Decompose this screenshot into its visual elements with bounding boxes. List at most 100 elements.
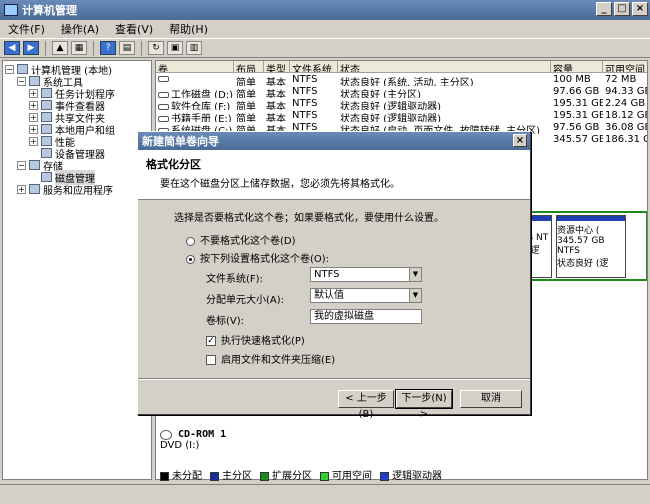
legend-label: 可用空间 <box>332 471 372 482</box>
table-cell: 345.57 GB <box>551 134 603 146</box>
volume-box-line: 资源中心 ( <box>557 226 600 236</box>
maximize-button[interactable]: □ <box>614 2 630 16</box>
dialog-close-button[interactable]: × <box>513 134 527 147</box>
table-cell-text: 简单 <box>236 102 256 110</box>
expand-icon[interactable]: + <box>29 112 38 122</box>
minimize-button[interactable]: _ <box>596 2 612 16</box>
table-cell: 94.33 GB <box>603 86 647 98</box>
radio-format-label: 按下列设置格式化这个卷(O): <box>200 254 330 265</box>
help-icon[interactable]: ? <box>100 41 116 55</box>
table-row[interactable]: 软件仓库 (F:) 简单 基本 NTFS 状态良好 (逻辑驱动器) 195.31 GB 2.… <box>156 98 647 110</box>
table-cell: NTFS <box>290 74 338 86</box>
tree-node-icon <box>29 76 40 86</box>
table-cell-text: 97.56 GB <box>553 122 600 133</box>
dialog-subheading: 要在这个磁盘分区上储存数据，您必须先将其格式化。 <box>160 179 400 190</box>
expand-icon[interactable]: + <box>29 100 38 110</box>
expand-icon[interactable]: + <box>17 184 26 194</box>
col-free-space[interactable]: 可用空间 <box>603 61 647 72</box>
expand-icon[interactable]: + <box>29 124 38 134</box>
toolbar-separator <box>141 40 142 56</box>
collapse-icon[interactable]: − <box>17 160 26 170</box>
export-list-icon[interactable]: ▥ <box>186 41 202 55</box>
tree-node-icon <box>41 124 52 134</box>
table-cell: 简单 <box>234 86 264 98</box>
refresh-icon[interactable]: ↻ <box>148 41 164 55</box>
volume-box-resource-center[interactable]: 资源中心 ( 345.57 GB NTFS 状态良好 (逻 <box>556 215 626 278</box>
expand-icon[interactable]: + <box>29 136 38 146</box>
table-cell-text: 基本 <box>266 78 286 86</box>
col-layout[interactable]: 布局 <box>234 61 264 72</box>
table-cell-text: 100 MB <box>553 74 591 85</box>
table-cell: NTFS <box>290 110 338 122</box>
legend-swatch <box>260 471 269 481</box>
radio-no-format-label: 不要格式化这个卷(D) <box>200 236 296 247</box>
filesystem-select[interactable]: NTFS ▼ <box>310 267 422 282</box>
collapse-icon[interactable]: − <box>5 64 14 74</box>
tree-node-icon <box>29 160 40 170</box>
forward-arrow-icon[interactable]: ▶ <box>23 41 39 55</box>
legend-swatch <box>320 471 329 481</box>
radio-format[interactable]: 按下列设置格式化这个卷(O): <box>186 250 329 265</box>
toolbar: ◀ ▶ ▲ ▦ ? ▤ ↻ ▣ ▥ <box>0 38 650 58</box>
quick-format-label: 执行快速格式化(P) <box>221 336 305 347</box>
volume-icon <box>158 76 169 82</box>
cdrom-disk-label[interactable]: CD-ROM 1 DVD (I:) <box>160 429 226 451</box>
format-prompt: 选择是否要格式化这个卷；如果要格式化，要使用什么设置。 <box>174 213 444 224</box>
allocation-unit-select[interactable]: 默认值 ▼ <box>310 288 422 303</box>
table-row[interactable]: 书籍手册 (E:) 简单 基本 NTFS 状态良好 (逻辑驱动器) 195.31 GB 18… <box>156 110 647 122</box>
cancel-button[interactable]: 取消 <box>460 390 522 408</box>
menu-view[interactable]: 查看(V) <box>107 21 161 37</box>
tree-item[interactable]: 设备管理器 <box>3 147 151 161</box>
col-status[interactable]: 状态 <box>338 61 551 72</box>
action-pane-icon[interactable]: ▤ <box>119 41 135 55</box>
volume-label-label: 卷标(V): <box>206 316 245 327</box>
legend-label: 逻辑驱动器 <box>392 471 442 482</box>
table-row[interactable]: 工作磁盘 (D:) 简单 基本 NTFS 状态良好 (主分区) 97.66 GB 94.33… <box>156 86 647 98</box>
menu-help[interactable]: 帮助(H) <box>161 21 216 37</box>
properties-icon[interactable]: ▣ <box>167 41 183 55</box>
toolbar-separator <box>93 40 94 56</box>
table-row[interactable]: 简单 基本 NTFS 状态良好 (系统, 活动, 主分区) 100 MB 72 MB <box>156 74 647 86</box>
col-type[interactable]: 类型 <box>264 61 290 72</box>
radio-button-icon <box>186 236 195 246</box>
col-capacity[interactable]: 容量 <box>551 61 603 72</box>
table-cell: 100 MB <box>551 74 603 86</box>
volume-box-line: 状态良好 (逻 <box>557 259 609 269</box>
tree-node-icon <box>41 112 52 122</box>
table-cell-text: NTFS <box>292 74 318 85</box>
table-cell: 72 MB <box>603 74 647 86</box>
tree-item[interactable]: + 服务和应用程序 <box>3 183 151 197</box>
compression-checkbox[interactable]: 启用文件和文件夹压缩(E) <box>206 351 335 366</box>
next-button[interactable]: 下一步(N) > <box>395 389 453 420</box>
table-cell: 195.31 GB <box>551 98 603 110</box>
expand-icon[interactable]: + <box>29 88 38 98</box>
cdrom-name: CD-ROM 1 <box>178 429 227 440</box>
tree-item[interactable]: + 本地用户和组 <box>3 123 151 137</box>
col-volume[interactable]: 卷 <box>156 61 234 72</box>
table-cell: 36.08 GB <box>603 122 647 134</box>
show-hide-tree-icon[interactable]: ▦ <box>71 41 87 55</box>
up-folder-icon[interactable]: ▲ <box>52 41 68 55</box>
table-cell-text: 基本 <box>266 114 286 122</box>
collapse-icon[interactable]: − <box>17 76 26 86</box>
menu-file[interactable]: 文件(F) <box>0 21 53 37</box>
table-cell-text: NTFS <box>292 86 318 97</box>
table-cell-text: 简单 <box>236 114 256 122</box>
back-button[interactable]: < 上一步(B) <box>338 390 394 420</box>
table-cell: 软件仓库 (F:) <box>156 98 234 110</box>
dialog-title: 新建简单卷向导 <box>142 135 219 148</box>
back-arrow-icon[interactable]: ◀ <box>4 41 20 55</box>
table-cell: NTFS <box>290 98 338 110</box>
table-cell-text: 195.31 GB <box>553 98 603 109</box>
legend-swatch <box>380 471 389 481</box>
volume-label-input[interactable]: 我的虚拟磁盘 <box>310 309 422 324</box>
quick-format-checkbox[interactable]: ✓ 执行快速格式化(P) <box>206 332 305 347</box>
tree-node-icon <box>41 136 52 146</box>
tree-node-icon <box>41 172 52 182</box>
radio-no-format[interactable]: 不要格式化这个卷(D) <box>186 232 296 247</box>
col-filesystem[interactable]: 文件系统 <box>290 61 338 72</box>
close-button[interactable]: × <box>632 2 648 16</box>
table-cell: 状态良好 (逻辑驱动器) <box>338 98 551 110</box>
menu-action[interactable]: 操作(A) <box>53 21 107 37</box>
table-cell-text: 186.31 GB <box>605 134 647 145</box>
